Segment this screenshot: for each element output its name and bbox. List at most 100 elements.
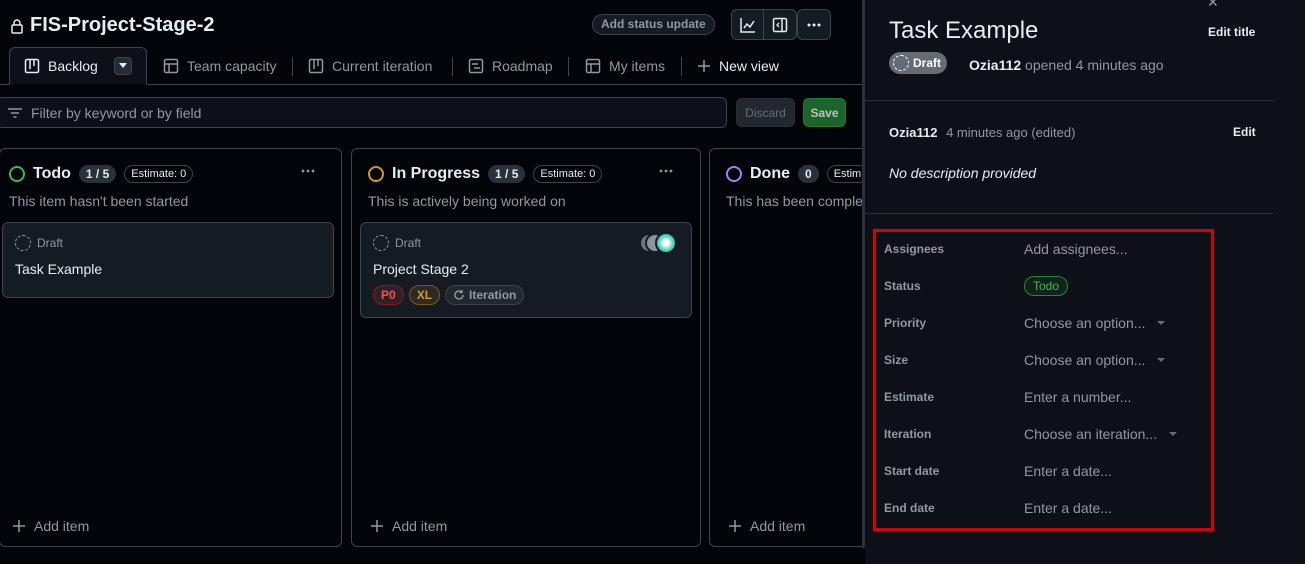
field-assignees[interactable]: Assignees Add assignees... xyxy=(884,239,1214,259)
tab-roadmap[interactable]: Roadmap xyxy=(468,47,553,85)
field-label: Status xyxy=(884,279,921,293)
add-item-label: Add item xyxy=(34,518,90,534)
graph-icon xyxy=(739,17,755,33)
tab-my-items[interactable]: My items xyxy=(585,47,665,85)
card-task-example[interactable]: Draft Task Example xyxy=(2,222,334,298)
comment-meta: 4 minutes ago (edited) xyxy=(946,125,1076,140)
add-item-button[interactable]: Add item xyxy=(728,518,805,534)
column-name: In Progress xyxy=(392,165,481,182)
project-title: FIS-Project-Stage-2 xyxy=(30,14,215,36)
roadmap-icon xyxy=(468,58,484,74)
field-label: Size xyxy=(884,353,909,367)
column-description: This is actively being worked on xyxy=(368,193,566,209)
save-button[interactable]: Save xyxy=(803,98,846,127)
tab-team-capacity[interactable]: Team capacity xyxy=(163,47,276,85)
field-size[interactable]: Size Choose an option... xyxy=(884,350,1214,370)
discard-button[interactable]: Discard xyxy=(736,98,795,127)
project-board: FIS-Project-Stage-2 Add status update Ba… xyxy=(0,0,863,564)
plus-icon xyxy=(698,60,710,72)
filter-input[interactable]: Filter by keyword or by field xyxy=(0,97,727,128)
card-title[interactable]: Task Example xyxy=(15,261,102,277)
field-label: Assignees xyxy=(884,242,945,256)
card-title[interactable]: Project Stage 2 xyxy=(373,261,469,277)
tab-label: Backlog xyxy=(48,58,98,74)
comment-header: Ozia112 4 minutes ago (edited) xyxy=(889,125,1075,140)
tab-backlog[interactable]: Backlog xyxy=(9,47,147,85)
new-view-button[interactable]: New view xyxy=(697,47,779,85)
view-options-dropdown[interactable] xyxy=(113,57,132,75)
tab-current-iteration[interactable]: Current iteration xyxy=(308,47,432,85)
tab-label: New view xyxy=(719,58,779,74)
item-side-panel: ✕ Task Example Edit title Draft Ozia112 … xyxy=(865,0,1305,564)
item-title: Task Example xyxy=(889,17,1039,44)
tab-label: Roadmap xyxy=(492,58,553,74)
comment-body: No description provided xyxy=(889,165,1037,181)
tab-divider xyxy=(292,57,293,76)
field-value: Add assignees... xyxy=(1024,241,1128,257)
column-header: Done 0 Estim xyxy=(726,165,863,183)
column-name: Todo xyxy=(33,165,71,182)
field-start-date[interactable]: Start date Enter a date... xyxy=(884,461,1214,481)
field-value: Choose an iteration... xyxy=(1024,426,1158,442)
triangle-down-icon xyxy=(1157,321,1166,325)
field-value: Choose an option... xyxy=(1024,352,1146,368)
comment-author[interactable]: Ozia112 xyxy=(889,125,937,140)
field-priority[interactable]: Priority Choose an option... xyxy=(884,313,1214,333)
column-count: 1 / 5 xyxy=(78,165,117,183)
close-icon[interactable]: ✕ xyxy=(1207,0,1219,11)
item-opened-meta: Ozia112 opened 4 minutes ago xyxy=(969,57,1164,73)
status-pill: Todo xyxy=(1024,276,1069,296)
plus-icon xyxy=(371,520,383,532)
kebab-horizontal-icon xyxy=(301,169,315,173)
field-status[interactable]: Status Todo xyxy=(884,276,1214,296)
card-labels: P0 XL Iteration xyxy=(373,285,525,305)
card-type: Draft xyxy=(15,235,63,251)
plus-icon xyxy=(729,520,741,532)
column-description: This item hasn't been started xyxy=(9,193,189,209)
column-done: Done 0 Estim This has been complet Add i… xyxy=(709,148,863,547)
edit-title-button[interactable]: Edit title xyxy=(1208,25,1255,39)
priority-label: P0 xyxy=(373,285,404,305)
iterations-icon xyxy=(454,290,464,300)
divider xyxy=(865,100,1274,101)
project-menu-button[interactable] xyxy=(797,9,831,40)
column-menu-button[interactable] xyxy=(293,161,323,181)
card-project-stage-2[interactable]: Draft Project Stage 2 P0 XL Iteration xyxy=(360,222,692,318)
board-icon xyxy=(24,58,40,74)
column-count: 1 / 5 xyxy=(488,165,526,183)
add-item-button[interactable]: Add item xyxy=(12,518,89,534)
table-icon xyxy=(163,58,179,74)
draft-icon xyxy=(15,235,31,251)
field-label: Estimate xyxy=(884,390,935,404)
status-circle-icon xyxy=(9,166,25,182)
tab-divider xyxy=(681,57,682,76)
table-icon xyxy=(585,58,601,74)
edit-comment-button[interactable]: Edit xyxy=(1233,125,1256,139)
field-iteration[interactable]: Iteration Choose an iteration... xyxy=(884,424,1214,444)
author-link[interactable]: Ozia112 xyxy=(969,57,1021,73)
insights-button[interactable] xyxy=(731,9,764,40)
field-end-date[interactable]: End date Enter a date... xyxy=(884,498,1214,518)
draft-icon xyxy=(893,55,909,71)
column-estimate: Estimate: 0 xyxy=(533,165,603,183)
view-toolbar xyxy=(731,9,831,40)
add-item-button[interactable]: Add item xyxy=(370,518,447,534)
divider xyxy=(865,213,1274,214)
filter-icon xyxy=(8,107,22,118)
field-value: Enter a number... xyxy=(1024,389,1132,405)
column-name: Done xyxy=(750,165,790,182)
assignee-avatars[interactable] xyxy=(639,232,679,255)
triangle-down-icon xyxy=(118,63,127,68)
field-estimate[interactable]: Estimate Enter a number... xyxy=(884,387,1214,407)
column-menu-button[interactable] xyxy=(651,161,681,181)
field-value: Choose an option... xyxy=(1024,315,1146,331)
status-circle-icon xyxy=(726,166,742,182)
view-tabs: Backlog Team capacity Current iteration … xyxy=(0,47,863,85)
column-header: Todo 1 / 5 Estimate: 0 xyxy=(9,165,194,183)
add-item-label: Add item xyxy=(392,518,448,534)
column-estimate: Estim xyxy=(826,165,863,183)
add-status-update-button[interactable]: Add status update xyxy=(592,14,715,35)
draft-badge: Draft xyxy=(889,52,948,74)
side-panel-button[interactable] xyxy=(764,9,797,40)
triangle-down-icon xyxy=(1169,432,1178,436)
